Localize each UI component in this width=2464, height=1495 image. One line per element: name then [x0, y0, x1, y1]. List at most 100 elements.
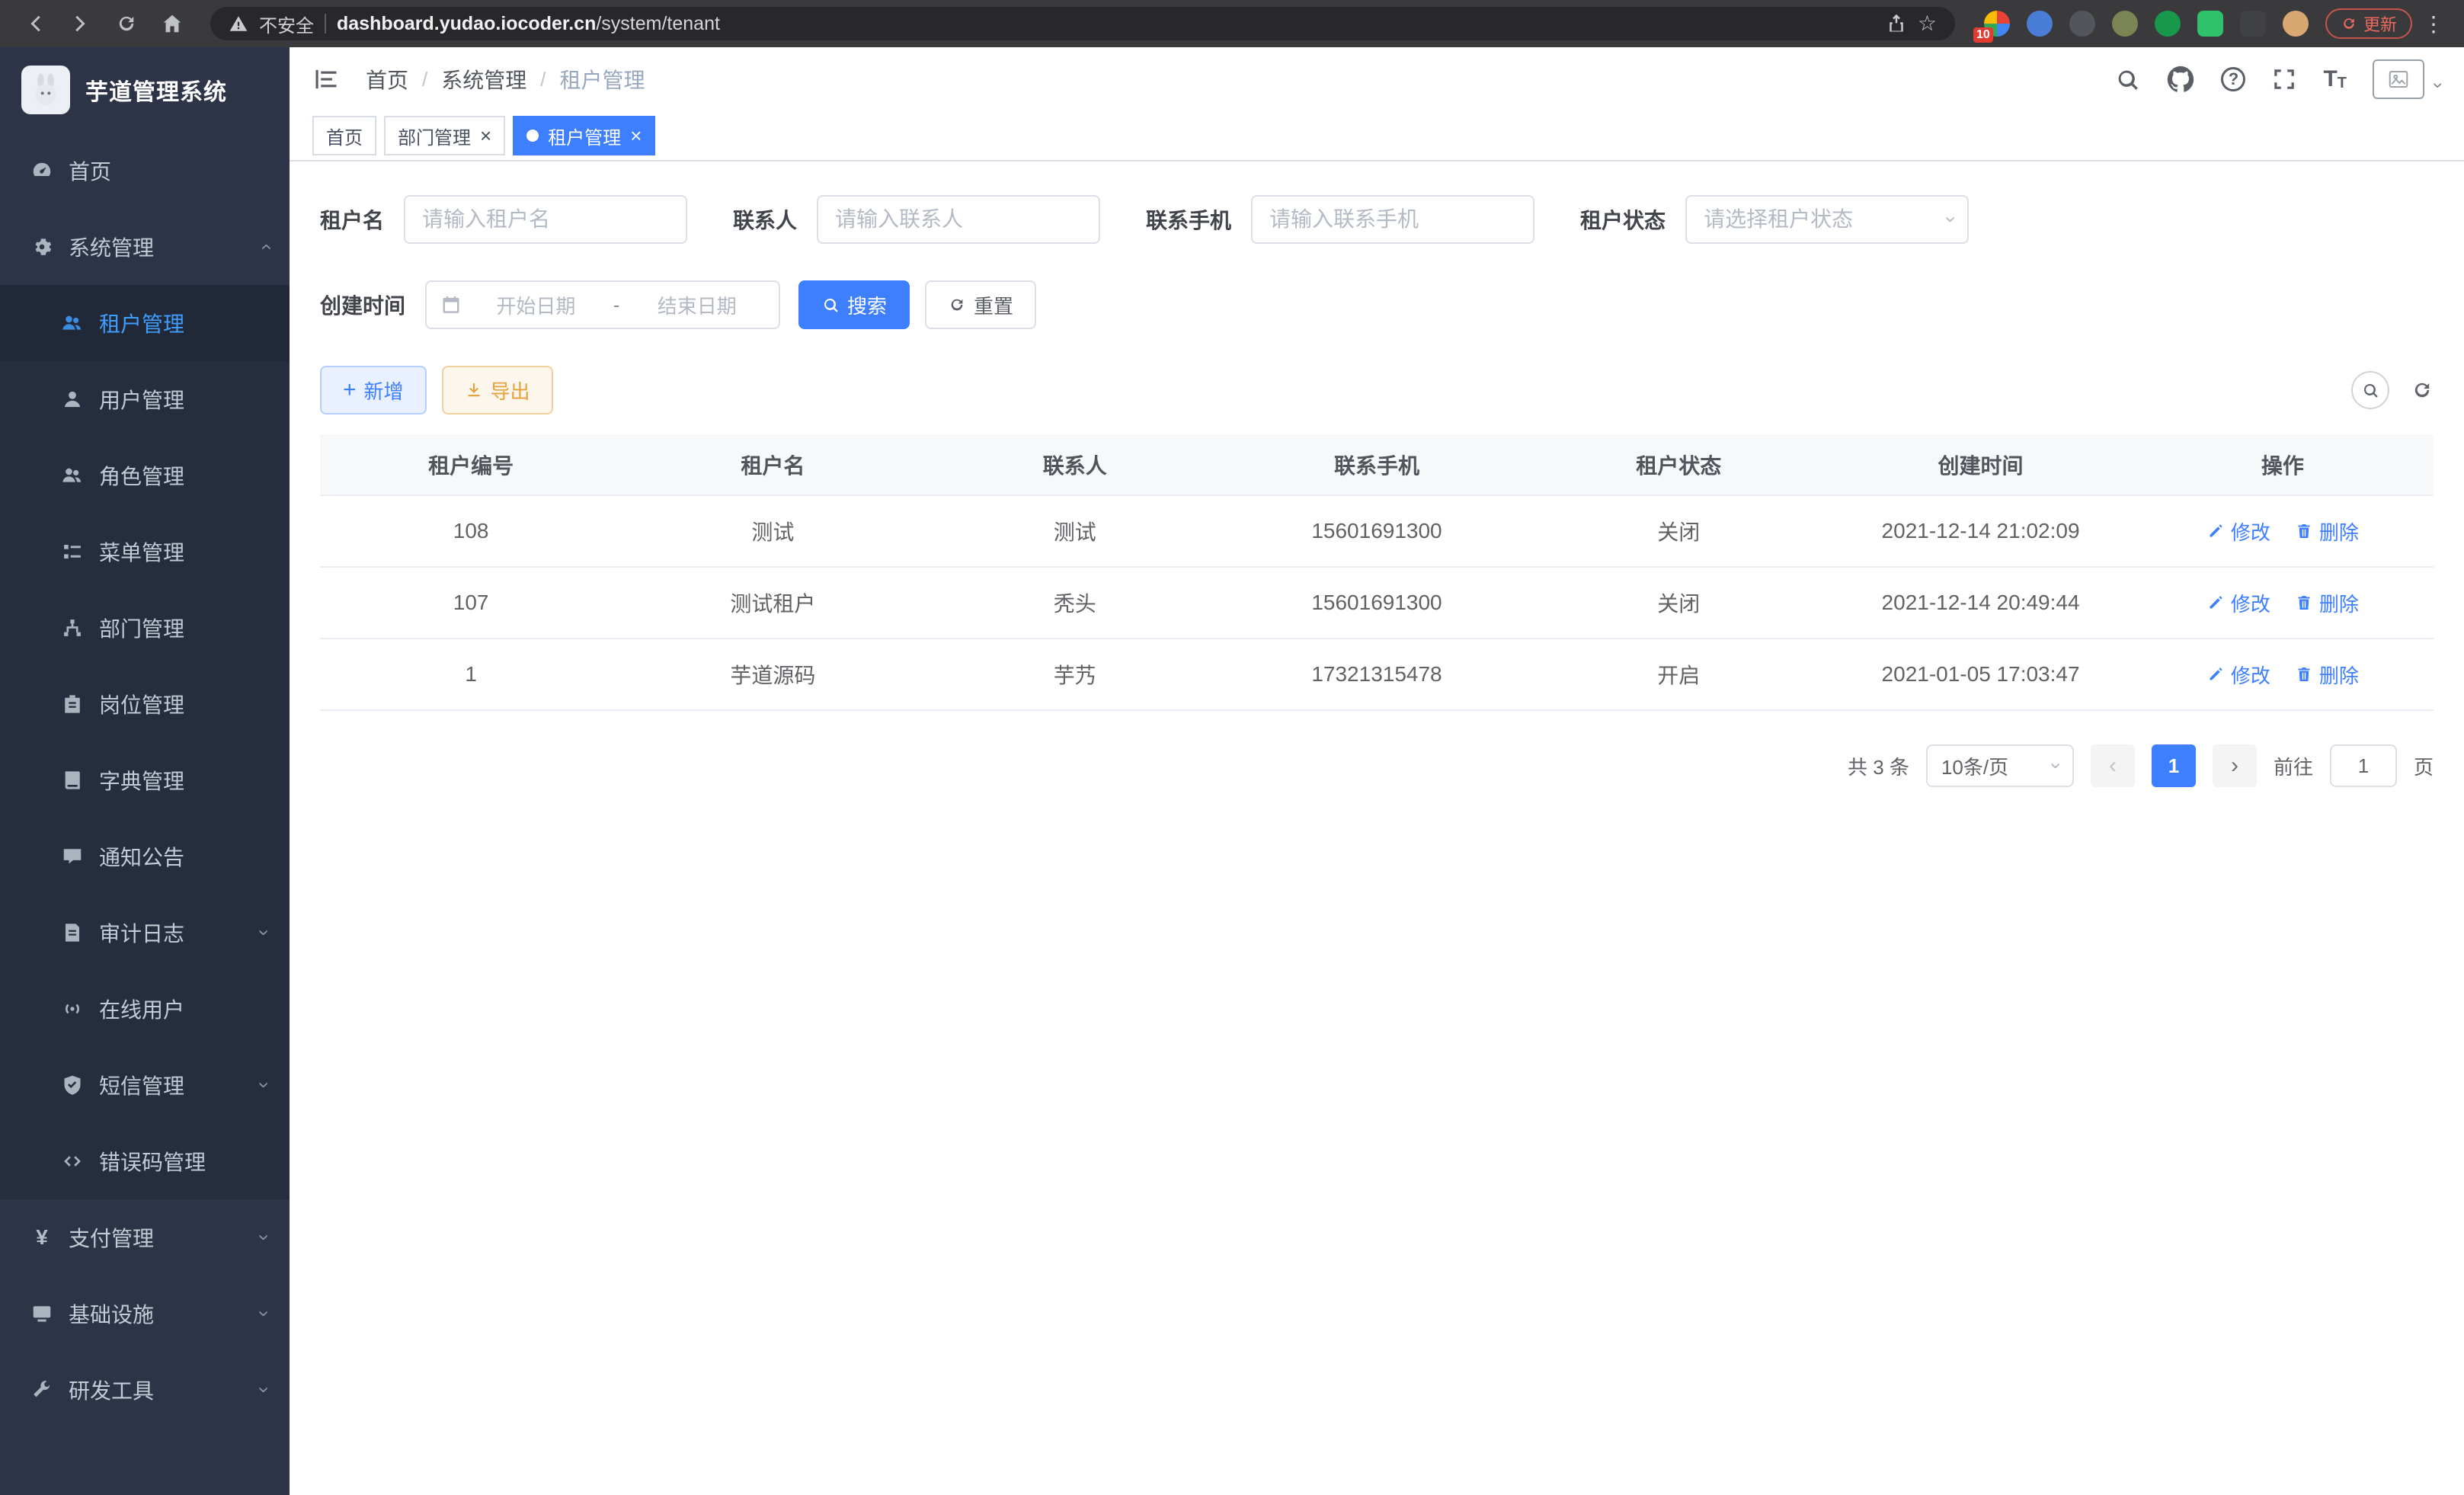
sidebar-item-error-code[interactable]: 错误码管理 [0, 1123, 290, 1199]
edit-icon [2206, 522, 2225, 540]
help-button[interactable]: ? [2221, 67, 2245, 91]
page-size-select[interactable]: 10条/页 › [1926, 744, 2074, 787]
sidebar-item-user[interactable]: 用户管理 [0, 361, 290, 437]
phone-input[interactable] [1251, 195, 1534, 244]
browser-menu-icon[interactable]: ⋮ [2423, 11, 2444, 37]
chevron-down-icon: › [255, 1082, 275, 1089]
sidebar-item-home[interactable]: 首页 [0, 133, 290, 209]
close-icon[interactable]: × [480, 126, 491, 146]
edit-button[interactable]: 修改 [2206, 661, 2270, 689]
current-page[interactable]: 1 [2152, 744, 2196, 787]
extension-icon-1[interactable]: 10 [1984, 11, 2010, 37]
status-select[interactable]: › [1685, 195, 1969, 244]
browser-update-button[interactable]: 更新 [2325, 8, 2412, 39]
extension-icon-2[interactable] [2027, 11, 2053, 37]
tenant-name-input[interactable] [404, 195, 687, 244]
logo-row[interactable]: 芋道管理系统 [0, 47, 290, 133]
sidebar-item-post[interactable]: 岗位管理 [0, 666, 290, 742]
extension-icon-4[interactable] [2112, 11, 2138, 37]
extension-icon-6[interactable] [2197, 11, 2223, 37]
cell-tenant-name: 测试租户 [622, 567, 923, 639]
url-text[interactable]: dashboard.yudao.iocoder.cn/system/tenant [337, 13, 720, 35]
sidebar-fold-button[interactable] [312, 66, 340, 93]
breadcrumb-home[interactable]: 首页 [366, 64, 408, 94]
share-icon[interactable] [1886, 13, 1907, 34]
reset-button[interactable]: 重置 [925, 280, 1036, 329]
fullscreen-icon [2271, 66, 2297, 92]
tenant-table: 租户编号 租户名 联系人 联系手机 租户状态 创建时间 操作 108 测试 测试 [320, 434, 2434, 711]
pagination: 共 3 条 10条/页 › ‹ 1 › 前往 页 [320, 744, 2434, 787]
extension-icon-8[interactable] [2283, 11, 2309, 37]
sidebar-item-tenant[interactable]: 租户管理 [0, 285, 290, 361]
sidebar: 芋道管理系统 首页 系统管理 › 租户管理 用户管理 [0, 47, 290, 1495]
prev-page-button[interactable]: ‹ [2091, 744, 2135, 787]
tab-dept[interactable]: 部门管理× [384, 116, 505, 155]
omnibox-divider [325, 14, 326, 34]
cell-tenant-id: 107 [320, 567, 622, 639]
tab-home[interactable]: 首页 [312, 116, 376, 155]
sidebar-item-payment[interactable]: ¥ 支付管理 › [0, 1199, 290, 1276]
tab-tenant[interactable]: 租户管理× [513, 116, 655, 155]
breadcrumb: 首页 / 系统管理 / 租户管理 [366, 64, 645, 94]
col-actions: 操作 [2132, 434, 2434, 495]
bookmark-star-icon[interactable]: ☆ [1918, 13, 1937, 34]
fullscreen-button[interactable] [2271, 66, 2297, 92]
home-button[interactable] [152, 4, 192, 43]
avatar[interactable] [2373, 59, 2424, 99]
avatar-caret-icon[interactable]: › [2427, 82, 2449, 88]
filter-contact: 联系人 [733, 195, 1100, 244]
download-icon [465, 381, 483, 399]
sidebar-item-notice[interactable]: 通知公告 [0, 818, 290, 895]
edit-button[interactable]: 修改 [2206, 517, 2270, 546]
sidebar-item-menu[interactable]: 菜单管理 [0, 514, 290, 590]
github-link[interactable] [2166, 65, 2195, 94]
address-bar[interactable]: 不安全 dashboard.yudao.iocoder.cn/system/te… [210, 7, 1955, 40]
sidebar-item-dict[interactable]: 字典管理 [0, 742, 290, 818]
forward-button[interactable] [61, 4, 101, 43]
sidebar-item-dept[interactable]: 部门管理 [0, 590, 290, 666]
extension-icon-7[interactable] [2240, 11, 2266, 37]
delete-button[interactable]: 删除 [2295, 589, 2359, 617]
filter-status: 租户状态 › [1580, 195, 1969, 244]
status-select-input[interactable] [1685, 195, 1969, 244]
user-icon [61, 388, 84, 411]
contact-input[interactable] [817, 195, 1100, 244]
contact-label: 联系人 [733, 204, 797, 235]
sidebar-item-infra[interactable]: 基础设施 › [0, 1276, 290, 1352]
cell-tenant-id: 1 [320, 639, 622, 710]
sidebar-item-system[interactable]: 系统管理 › [0, 209, 290, 285]
dict-book-icon [61, 769, 84, 792]
sidebar-item-audit-log[interactable]: 审计日志 › [0, 895, 290, 971]
goto-page-input[interactable] [2330, 744, 2397, 787]
refresh-table-button[interactable] [2411, 379, 2434, 402]
plus-icon: + [343, 379, 357, 402]
sidebar-item-sms[interactable]: 短信管理 › [0, 1047, 290, 1123]
next-page-button[interactable]: › [2213, 744, 2257, 787]
cell-created: 2021-12-14 21:02:09 [1829, 495, 2131, 567]
delete-button[interactable]: 删除 [2295, 661, 2359, 689]
export-button[interactable]: 导出 [442, 366, 553, 415]
cell-tenant-name: 测试 [622, 495, 923, 567]
header-search-button[interactable] [2114, 66, 2140, 92]
breadcrumb-system[interactable]: 系统管理 [441, 64, 526, 94]
delete-icon [2295, 665, 2313, 683]
back-button[interactable] [15, 4, 55, 43]
security-label[interactable]: 不安全 [259, 11, 314, 37]
add-button[interactable]: + 新增 [320, 366, 427, 415]
sidebar-item-devtools[interactable]: 研发工具 › [0, 1352, 290, 1428]
extension-icon-3[interactable] [2069, 11, 2095, 37]
search-button[interactable]: 搜索 [798, 280, 910, 329]
extension-icon-5[interactable] [2155, 11, 2181, 37]
date-range-picker[interactable]: 开始日期 - 结束日期 [425, 280, 780, 329]
close-icon[interactable]: × [630, 126, 642, 146]
filter-create-time: 创建时间 开始日期 - 结束日期 [320, 280, 780, 329]
toggle-search-button[interactable] [2351, 371, 2389, 409]
edit-button[interactable]: 修改 [2206, 589, 2270, 617]
sidebar-item-online-users[interactable]: 在线用户 [0, 971, 290, 1047]
chevron-up-icon: › [255, 244, 275, 251]
delete-button[interactable]: 删除 [2295, 517, 2359, 546]
main-panel: 首页 / 系统管理 / 租户管理 ? TT › 首页 部门管理× 租户管理× [290, 47, 2464, 1495]
font-size-button[interactable]: TT [2323, 68, 2347, 91]
reload-button[interactable] [107, 4, 146, 43]
sidebar-item-role[interactable]: 角色管理 [0, 437, 290, 514]
